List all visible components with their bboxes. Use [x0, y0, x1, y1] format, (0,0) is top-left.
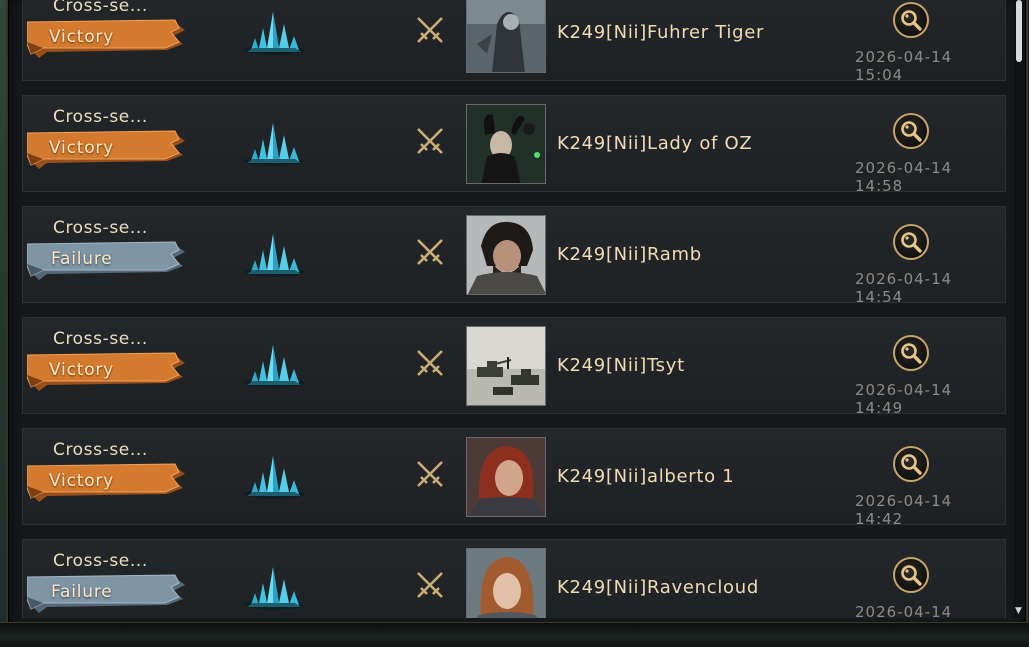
player-name[interactable]: K249[Nii]Ramb — [557, 244, 702, 265]
player-name[interactable]: K249[Nii]Lady of OZ — [557, 133, 752, 154]
magnifier-icon — [901, 232, 922, 253]
view-report-button[interactable] — [893, 557, 929, 593]
battle-type-label: Cross-se... — [53, 329, 148, 349]
battle-report-row[interactable]: Cross-se... Failure K249[Nii]R — [22, 206, 1006, 306]
battle-report-row[interactable]: Cross-se... Victory K249[Nii]Lady of OZ … — [22, 95, 1006, 195]
result-text: Victory — [49, 138, 115, 158]
battle-type-label: Cross-se... — [53, 551, 148, 571]
result-banner: Failure — [27, 573, 187, 617]
view-report-button[interactable] — [893, 224, 929, 260]
battle-report-row[interactable]: Cross-se... Failure K249[Nii]R — [22, 539, 1006, 618]
player-avatar[interactable] — [466, 326, 546, 406]
result-banner: Victory — [27, 462, 187, 506]
scrollbar[interactable]: ▼ — [1014, 0, 1024, 618]
player-name[interactable]: K249[Nii]Tsyt — [557, 355, 685, 376]
scroll-down-arrow-icon[interactable]: ▼ — [1015, 606, 1022, 616]
report-timestamp: 2026-04-14 14:42 — [855, 492, 953, 528]
view-report-button[interactable] — [893, 335, 929, 371]
battle-report-row[interactable]: Cross-se... Victory K249[Nii]Fuhrer Tige… — [22, 0, 1006, 84]
crystal-icon — [244, 345, 304, 388]
crystal-icon — [244, 12, 304, 55]
crossed-swords-icon — [417, 17, 443, 43]
magnifier-icon — [901, 343, 922, 364]
battle-report-row[interactable]: Cross-se... Victory K249[Nii]alberto 1 2… — [22, 428, 1006, 528]
magnifier-icon — [901, 10, 922, 31]
player-name[interactable]: K249[Nii]Fuhrer Tiger — [557, 22, 764, 43]
battle-report-row[interactable]: Cross-se... Victory K249[Nii]Tsyt 2026-0… — [22, 317, 1006, 417]
battle-report-list[interactable]: Cross-se... Victory K249[Nii]Fuhrer Tige… — [22, 0, 1008, 618]
result-text: Victory — [49, 471, 115, 491]
report-timestamp: 2026-04-14 14:58 — [855, 159, 953, 195]
crystal-icon — [244, 234, 304, 277]
view-report-button[interactable] — [893, 113, 929, 149]
battle-type-label: Cross-se... — [53, 218, 148, 238]
player-avatar[interactable] — [466, 548, 546, 618]
report-timestamp: 2026-04-14 15:04 — [855, 48, 953, 84]
battle-report-panel: Cross-se... Victory K249[Nii]Fuhrer Tige… — [6, 0, 1028, 642]
crystal-icon — [244, 456, 304, 499]
report-timestamp: 2026-04-14 14:49 — [855, 381, 953, 417]
player-avatar[interactable] — [466, 0, 546, 73]
battle-type-label: Cross-se... — [53, 0, 148, 16]
player-avatar[interactable] — [466, 215, 546, 295]
magnifier-icon — [901, 565, 922, 586]
player-name[interactable]: K249[Nii]alberto 1 — [557, 466, 734, 487]
result-text: Failure — [51, 249, 113, 269]
report-timestamp: 2026-04-14 14:41 — [855, 603, 953, 618]
result-banner: Failure — [27, 240, 187, 284]
player-avatar[interactable] — [466, 437, 546, 517]
crystal-icon — [244, 567, 304, 610]
battle-type-label: Cross-se... — [53, 107, 148, 127]
view-report-button[interactable] — [893, 2, 929, 38]
scroll-thumb[interactable] — [1016, 0, 1022, 62]
bottom-frame-rail — [0, 622, 1029, 647]
view-report-button[interactable] — [893, 446, 929, 482]
magnifier-icon — [901, 121, 922, 142]
result-banner: Victory — [27, 351, 187, 395]
result-text: Failure — [51, 582, 113, 602]
result-banner: Victory — [27, 129, 187, 173]
crystal-icon — [244, 123, 304, 166]
crossed-swords-icon — [417, 350, 443, 376]
player-name[interactable]: K249[Nii]Ravencloud — [557, 577, 759, 598]
result-text: Victory — [49, 27, 115, 47]
crossed-swords-icon — [417, 461, 443, 487]
result-banner: Victory — [27, 18, 187, 62]
result-text: Victory — [49, 360, 115, 380]
player-avatar[interactable] — [466, 104, 546, 184]
magnifier-icon — [901, 454, 922, 475]
report-timestamp: 2026-04-14 14:54 — [855, 270, 953, 306]
crossed-swords-icon — [417, 239, 443, 265]
battle-type-label: Cross-se... — [53, 440, 148, 460]
crossed-swords-icon — [417, 572, 443, 598]
crossed-swords-icon — [417, 128, 443, 154]
